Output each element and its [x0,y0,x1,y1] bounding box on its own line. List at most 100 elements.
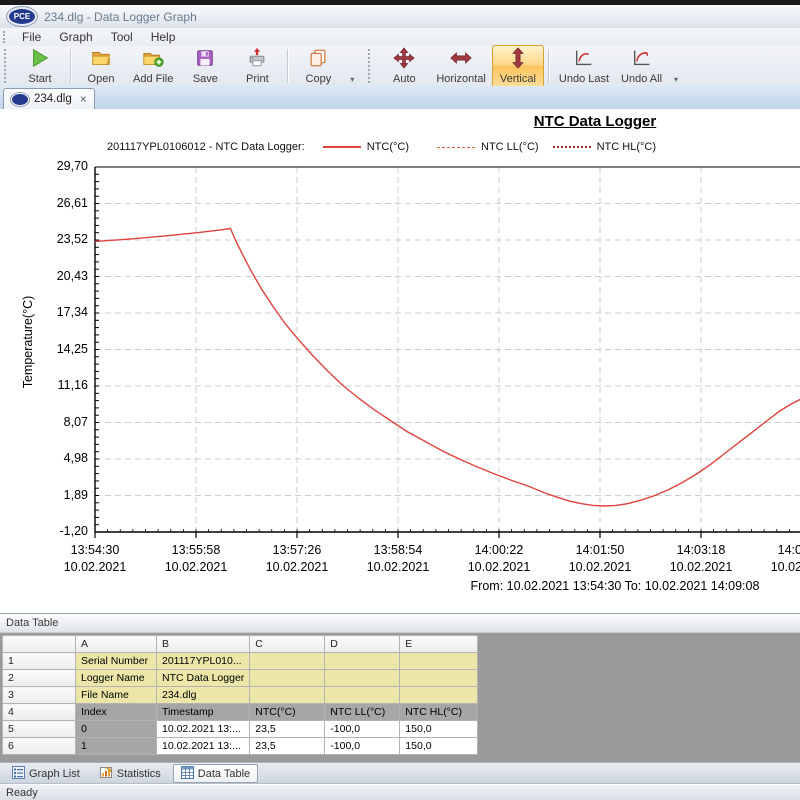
start-button[interactable]: Start [14,45,66,88]
x-tick-date-label: 10.02.2021 [366,560,430,574]
tab-statistics[interactable]: Statistics [92,764,169,783]
pce-logo-icon: PCE [7,7,37,26]
grid-column-header[interactable]: C [249,635,326,653]
menu-file[interactable]: File [13,29,50,45]
document-tab-bar: 234.dlg × [0,86,800,110]
status-bar: Ready [0,784,800,800]
grid-column-header[interactable]: D [324,635,401,653]
grid-cell[interactable]: NTC LL(°C) [324,703,401,721]
table-row: 5 0 10.02.2021 13:... 23,5 -100,0 150,0 [2,720,479,738]
grid-cell[interactable]: 150,0 [399,720,479,738]
grid-cell[interactable] [324,652,401,670]
grid-row-header[interactable]: 3 [2,686,76,704]
vertical-zoom-button[interactable]: Vertical [491,44,544,88]
tab-close-icon[interactable]: × [80,93,87,105]
grid-row-header[interactable]: 4 [2,703,76,721]
grid-row-header[interactable]: 1 [2,652,76,670]
vertical-arrows-icon [507,46,529,73]
grid-row-header[interactable]: 2 [2,669,76,687]
data-table-panel-header[interactable]: Data Table [0,613,800,633]
grid-column-header[interactable]: E [399,635,479,653]
grid-row-header[interactable]: 5 [2,720,76,738]
menubar-grip-handle[interactable] [3,31,8,43]
tab-data-table[interactable]: Data Table [172,764,259,783]
grid-cell[interactable]: Timestamp [155,703,251,721]
grid-cell[interactable] [249,669,326,687]
tab-graph-list[interactable]: Graph List [4,764,88,783]
menu-tool[interactable]: Tool [102,29,142,45]
toolbar2-grip-handle[interactable] [368,49,373,83]
data-table-panel: A B C D E 1 Serial Number 201117YPL010... 2 Logge… [0,633,800,762]
undo-last-label: Undo Last [558,72,610,85]
grid-cell[interactable]: 0 [75,720,157,738]
y-tick-label: 14,25 [56,341,88,356]
table-row: 4 Index Timestamp NTC(°C) NTC LL(°C) NTC HL(°… [2,703,479,721]
add-file-label: Add File [133,72,174,85]
grid-cell[interactable]: 150,0 [399,737,479,755]
y-tick-label: 4,98 [63,451,88,465]
grid-cell[interactable]: NTC Data Logger [155,669,251,687]
document-tab-234dlg[interactable]: 234.dlg × [3,88,95,109]
grid-cell[interactable]: 10.02.2021 13:... [155,737,251,755]
horizontal-arrows-icon [450,47,472,73]
open-button[interactable]: Open [75,45,127,88]
grid-cell[interactable] [249,686,326,704]
copy-button[interactable]: Copy [292,45,344,88]
x-tick-time-label: 14:01:50 [575,543,625,557]
menu-help[interactable]: Help [142,29,185,45]
save-button[interactable]: Save [179,45,231,88]
title-bar[interactable]: PCE 234.dlg - Data Logger Graph [0,5,800,29]
grid-cell[interactable]: 201117YPL010... [155,652,251,670]
undo-all-button[interactable]: Undo All [615,45,668,88]
graph-list-label: Graph List [29,767,80,780]
tab-pce-icon [11,92,29,106]
grid-cell[interactable] [399,686,479,704]
grid-cell[interactable] [399,669,479,687]
grid-cell[interactable]: 234.dlg [155,686,251,704]
grid-cell[interactable]: 1 [75,737,157,755]
grid-cell[interactable]: Index [75,703,157,721]
graph-document-area: NTC Data Logger 201117YPL0106012 - NTC D… [0,109,800,613]
grid-cell[interactable] [399,652,479,670]
grid-cell[interactable] [324,686,401,704]
grid-cell[interactable]: NTC(°C) [249,703,326,721]
toolbar: Start Open Add File Save Print Copy ▾ Au… [0,44,800,88]
start-icon [29,47,51,73]
print-button[interactable]: Print [231,45,283,88]
axis-labels-layer: 29,70 26,61 23,52 20,43 17,34 14,25 11,16 8,07 4… [0,109,800,613]
y-tick-label: 20,43 [56,268,88,283]
open-folder-icon [90,47,112,73]
print-icon [246,47,268,73]
grid-cell[interactable]: 10.02.2021 13:... [155,720,251,738]
grid-cell[interactable]: Serial Number [75,652,157,670]
add-file-button[interactable]: Add File [127,45,179,88]
grid-cell[interactable]: Logger Name [75,669,157,687]
grid-cell[interactable]: File Name [75,686,157,704]
grid-cell[interactable]: 23,5 [249,737,326,755]
grid-cell[interactable]: 23,5 [249,720,326,738]
grid-cell[interactable] [324,669,401,687]
table-row: 2 Logger Name NTC Data Logger [2,669,479,687]
statistics-icon [99,766,117,782]
open-label: Open [87,72,115,85]
menu-graph[interactable]: Graph [50,29,101,45]
horizontal-zoom-button[interactable]: Horizontal [430,45,492,88]
grid-cell[interactable]: -100,0 [324,737,401,755]
undo-all-label: Undo All [621,72,663,85]
grid-column-header[interactable]: A [75,635,157,653]
grid-cell[interactable] [249,652,326,670]
grid-cell[interactable]: NTC HL(°C) [399,703,479,721]
x-tick-date-label: 10.02.2021 [63,560,127,574]
status-text: Ready [6,786,38,799]
grid-row-header[interactable]: 6 [2,737,76,755]
toolbar2-overflow-button[interactable]: ▾ [670,46,682,87]
grid-column-header[interactable]: B [155,635,251,653]
auto-zoom-button[interactable]: Auto [378,45,430,88]
data-table-grid[interactable]: A B C D E 1 Serial Number 201117YPL010... 2 Logge… [2,635,479,755]
grid-cell[interactable]: -100,0 [324,720,401,738]
undo-last-button[interactable]: Undo Last [553,45,615,88]
toolbar1-overflow-button[interactable]: ▾ [346,46,358,87]
x-tick-date-label: 10.02.2021 [467,560,531,574]
grid-corner-cell[interactable] [2,635,76,653]
toolbar1-grip-handle[interactable] [4,49,9,83]
